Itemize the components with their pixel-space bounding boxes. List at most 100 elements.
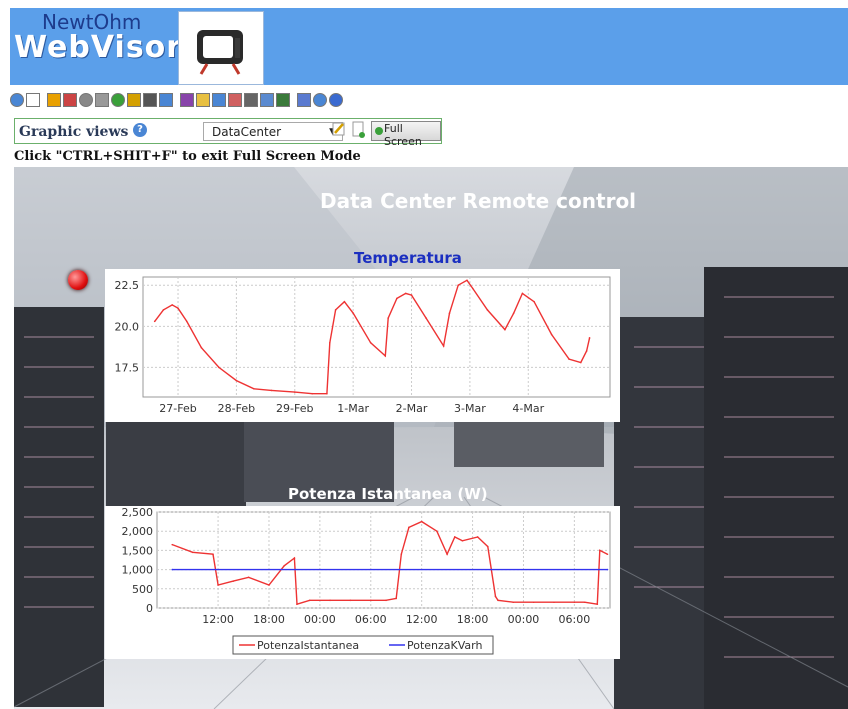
data-point	[343, 300, 346, 303]
data-point	[553, 601, 555, 604]
data-point	[212, 553, 214, 556]
webvisor-logo[interactable]: NewtOhm WebVisor	[10, 8, 270, 85]
network-icon[interactable]	[228, 93, 242, 107]
data-point	[218, 366, 220, 369]
y-tick-label: 2,500	[122, 506, 154, 519]
data-point	[200, 346, 203, 349]
page-icon[interactable]	[212, 93, 226, 107]
legend-label: PotenzaKVarh	[407, 639, 482, 652]
data-point	[326, 392, 328, 395]
add-view-icon[interactable]	[352, 121, 366, 139]
datacenter-scene: Data Center Remote control Temperatura P…	[14, 167, 848, 709]
fullscreen-hint: Click "CTRL+SHIT+F" to exit Full Screen …	[14, 149, 361, 164]
data-point	[308, 599, 311, 602]
temperature-title: Temperatura	[354, 249, 462, 267]
data-point	[512, 312, 515, 314]
data-point	[329, 341, 331, 344]
data-point	[296, 603, 298, 605]
gear-icon[interactable]	[79, 93, 93, 107]
eye-icon[interactable]	[10, 93, 24, 107]
document-icon[interactable]	[297, 93, 311, 107]
plot-area	[156, 511, 611, 609]
info-icon[interactable]: ?	[133, 123, 147, 137]
temperature-chart: 17.5 20.0 22.5 27-Feb 28-Feb 29-Feb 1-Mar 2-Mar…	[105, 269, 620, 422]
data-point	[487, 545, 489, 548]
data-point	[568, 358, 570, 360]
data-point	[293, 557, 296, 559]
list-icon[interactable]	[63, 93, 77, 107]
y-tick-label: 1,000	[122, 564, 154, 577]
x-tick-label: 28-Feb	[218, 402, 255, 415]
clock-icon[interactable]	[111, 93, 125, 107]
x-tick-label: 12:00	[202, 613, 234, 626]
data-point	[585, 350, 588, 352]
x-tick-label: 06:00	[559, 613, 591, 626]
data-point	[283, 564, 286, 567]
data-point	[385, 599, 387, 602]
plot-area	[142, 276, 611, 398]
header-bar: NewtOhm WebVisor	[10, 8, 848, 85]
data-point	[580, 361, 582, 364]
users-icon[interactable]	[180, 93, 194, 107]
data-point	[171, 543, 174, 546]
blank-page-icon[interactable]	[26, 93, 40, 107]
chart-icon[interactable]	[159, 93, 173, 107]
data-point	[532, 601, 535, 604]
data-point	[217, 584, 219, 586]
x-tick-label: 06:00	[355, 613, 387, 626]
y-tick-label: 2,000	[122, 525, 154, 538]
data-point	[486, 309, 489, 311]
data-point	[504, 328, 506, 331]
folder-icon[interactable]	[196, 93, 210, 107]
data-point	[408, 526, 410, 529]
y-tick-label: 20.0	[115, 320, 140, 333]
data-point	[400, 553, 403, 556]
x-tick-label: 29-Feb	[276, 402, 313, 415]
data-point	[177, 307, 179, 310]
full-screen-button[interactable]: Full Screen	[371, 121, 441, 148]
data-point	[395, 597, 398, 600]
edit-view-icon[interactable]	[332, 121, 346, 137]
data-point	[448, 312, 451, 314]
data-point	[396, 297, 398, 300]
data-point	[185, 320, 188, 323]
x-tick-label: 00:00	[508, 613, 540, 626]
data-point	[191, 551, 194, 554]
x-tick-label: 27-Feb	[159, 402, 196, 415]
toolbar	[10, 90, 510, 110]
help-icon[interactable]	[329, 93, 343, 107]
data-point	[329, 599, 331, 602]
data-point	[153, 320, 156, 323]
graphic-views-label: Graphic views	[19, 124, 129, 140]
data-point	[171, 304, 173, 306]
data-point	[268, 584, 270, 586]
x-tick-label: 18:00	[253, 613, 285, 626]
green-dot-icon	[375, 127, 383, 135]
data-point	[349, 599, 352, 602]
x-tick-label: 3-Mar	[454, 402, 486, 415]
data-point	[369, 599, 372, 602]
full-screen-label: Full Screen	[384, 122, 422, 148]
data-point	[606, 568, 609, 571]
target-icon[interactable]	[313, 93, 327, 107]
wrench-icon[interactable]	[244, 93, 258, 107]
edit-icon[interactable]	[47, 93, 61, 107]
data-point	[171, 568, 174, 571]
link-icon[interactable]	[143, 93, 157, 107]
data-point	[425, 317, 427, 319]
report-icon[interactable]	[276, 93, 290, 107]
table-icon[interactable]	[260, 93, 274, 107]
y-tick-label: 22.5	[115, 279, 140, 292]
chart-legend: PotenzaIstantanea PotenzaKVarh	[232, 635, 494, 655]
hand-icon[interactable]	[127, 93, 141, 107]
view-select[interactable]: DataCenter ▼	[203, 122, 343, 141]
data-point	[512, 601, 515, 604]
data-point	[293, 391, 296, 393]
data-point	[550, 333, 553, 336]
database-icon[interactable]	[95, 93, 109, 107]
data-point	[472, 287, 474, 290]
data-point	[599, 549, 601, 552]
x-tick-label: 18:00	[457, 613, 489, 626]
alarm-button[interactable]	[68, 270, 88, 290]
data-point	[494, 595, 497, 598]
